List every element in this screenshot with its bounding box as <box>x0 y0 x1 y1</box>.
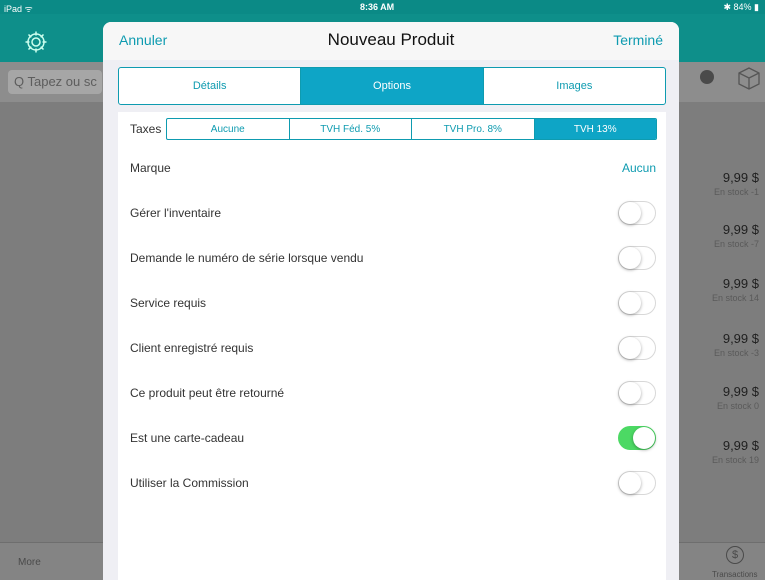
product-price-item[interactable]: 9,99 $ En stock -3 <box>689 331 759 358</box>
stock-count: En stock 19 <box>711 455 759 465</box>
gear-icon[interactable] <box>24 30 48 54</box>
tab-details[interactable]: Détails <box>119 68 302 104</box>
clock: 8:36 AM <box>360 2 395 12</box>
option-row: Gérer l'inventaire <box>118 198 666 228</box>
price-amount: 9,99 $ <box>722 222 759 237</box>
toggle-knob <box>619 472 641 494</box>
toggle-knob <box>619 202 641 224</box>
tax-option-hst[interactable]: TVH 13% <box>534 119 656 139</box>
done-button[interactable]: Terminé <box>613 32 663 48</box>
status-bar: iPad ᯤ 8:36 AM ✱ 84% ▮ <box>0 0 765 14</box>
manage-inventory-toggle[interactable] <box>618 201 656 225</box>
brand-label: Marque <box>130 161 171 175</box>
option-label: Demande le numéro de série lorsque vendu <box>130 251 364 265</box>
price-amount: 9,99 $ <box>722 170 759 185</box>
toggle-knob <box>633 427 655 449</box>
returnable-toggle[interactable] <box>618 381 656 405</box>
box-icon[interactable] <box>736 66 762 90</box>
stock-count: En stock -3 <box>713 348 759 358</box>
more-tab[interactable]: More <box>18 557 41 568</box>
taxes-selector: Aucune TVH Féd. 5% TVH Pro. 8% TVH 13% <box>166 118 657 140</box>
price-amount: 9,99 $ <box>722 384 759 399</box>
new-product-modal: Nouveau Produit Annuler Terminé Détails … <box>103 22 679 580</box>
modal-nav-bar: Nouveau Produit Annuler Terminé <box>103 22 679 60</box>
option-row: Service requis <box>118 288 666 318</box>
tab-options[interactable]: Options <box>301 68 484 104</box>
option-label: Service requis <box>130 296 207 310</box>
service-required-toggle[interactable] <box>618 291 656 315</box>
option-label: Est une carte-cadeau <box>130 431 245 445</box>
option-label: Utiliser la Commission <box>130 476 249 490</box>
option-row: Demande le numéro de série lorsque vendu <box>118 243 666 273</box>
option-label: Ce produit peut être retourné <box>130 386 285 400</box>
battery-indicator: ✱ 84% ▮ <box>723 2 759 12</box>
stock-count: En stock -7 <box>713 239 759 249</box>
option-row: Ce produit peut être retourné <box>118 378 666 408</box>
dollar-icon[interactable]: $ <box>726 546 744 564</box>
options-panel: Taxes Aucune TVH Féd. 5% TVH Pro. 8% TVH… <box>118 112 666 580</box>
toggle-knob <box>619 292 641 314</box>
brand-row[interactable]: Marque Aucun <box>118 153 666 183</box>
serial-number-toggle[interactable] <box>618 246 656 270</box>
option-label: Client enregistré requis <box>130 341 254 355</box>
product-price-item[interactable]: 9,99 $ En stock 19 <box>689 438 759 465</box>
option-row: Client enregistré requis <box>118 333 666 363</box>
stock-count: En stock -1 <box>713 187 759 197</box>
product-price-item[interactable]: 9,99 $ En stock 0 <box>689 384 759 411</box>
option-row: Est une carte-cadeau <box>118 423 666 453</box>
option-label: Gérer l'inventaire <box>130 206 221 220</box>
taxes-row: Taxes Aucune TVH Féd. 5% TVH Pro. 8% TVH… <box>118 118 666 140</box>
stock-count: En stock 14 <box>711 293 759 303</box>
product-price-item[interactable]: 9,99 $ En stock -1 <box>689 170 759 197</box>
tax-option-none[interactable]: Aucune <box>167 119 290 139</box>
tab-images[interactable]: Images <box>484 68 665 104</box>
modal-title: Nouveau Produit <box>327 30 455 49</box>
toggle-knob <box>619 337 641 359</box>
product-price-item[interactable]: 9,99 $ En stock -7 <box>689 222 759 249</box>
transactions-tab[interactable]: Transactions <box>712 570 758 579</box>
tax-option-prov[interactable]: TVH Pro. 8% <box>412 119 535 139</box>
toggle-knob <box>619 247 641 269</box>
option-row: Utiliser la Commission <box>118 468 666 498</box>
scan-icon[interactable] <box>700 70 714 84</box>
price-amount: 9,99 $ <box>722 438 759 453</box>
stock-count: En stock 0 <box>716 401 759 411</box>
cancel-button[interactable]: Annuler <box>119 32 167 48</box>
segment-tabs: Détails Options Images <box>118 67 666 105</box>
tax-option-fed[interactable]: TVH Féd. 5% <box>290 119 412 139</box>
gift-card-toggle[interactable] <box>618 426 656 450</box>
commission-toggle[interactable] <box>618 471 656 495</box>
brand-value[interactable]: Aucun <box>622 161 656 175</box>
toggle-knob <box>619 382 641 404</box>
product-price-item[interactable]: 9,99 $ En stock 14 <box>689 276 759 303</box>
registered-client-toggle[interactable] <box>618 336 656 360</box>
taxes-label: Taxes <box>130 122 162 136</box>
search-input[interactable]: Q Tapez ou sc <box>8 70 102 94</box>
price-amount: 9,99 $ <box>722 276 759 291</box>
price-amount: 9,99 $ <box>722 331 759 346</box>
